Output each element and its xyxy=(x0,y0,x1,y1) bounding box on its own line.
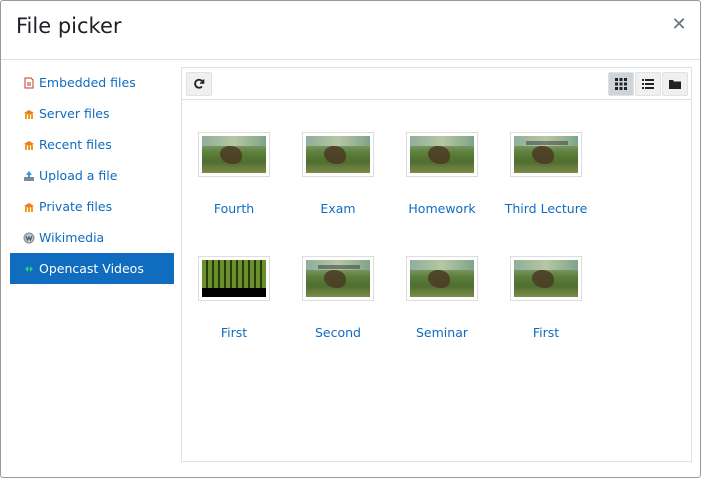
file-name: Fourth xyxy=(213,201,255,216)
file-tile[interactable]: Second xyxy=(286,256,390,346)
file-browser-panel: Fourth Exam Homework Third Lecture First… xyxy=(181,67,692,462)
file-tile[interactable]: Homework xyxy=(390,132,494,222)
file-thumbnail xyxy=(302,132,374,177)
video-thumbnail-image xyxy=(202,260,266,297)
refresh-icon xyxy=(194,78,205,89)
wikimedia-icon xyxy=(23,232,35,243)
file-name: Exam xyxy=(320,201,356,216)
file-thumbnail xyxy=(510,132,582,177)
folder-view-button[interactable] xyxy=(662,72,688,96)
sidebar-item-private-files[interactable]: Private files xyxy=(10,191,174,222)
sidebar-item-server-files[interactable]: Server files xyxy=(10,98,174,129)
file-tile[interactable]: Exam xyxy=(286,132,390,222)
refresh-button[interactable] xyxy=(186,72,212,96)
opencast-icon xyxy=(25,265,33,272)
moodle-icon xyxy=(24,140,34,150)
close-icon[interactable]: ✕ xyxy=(670,13,688,37)
folder-view-icon xyxy=(669,80,681,89)
sidebar-item-label: Upload a file xyxy=(39,168,118,183)
sidebar-item-recent-files[interactable]: Recent files xyxy=(10,129,174,160)
video-thumbnail-image xyxy=(306,136,370,173)
file-thumbnail xyxy=(198,256,270,301)
video-thumbnail-image xyxy=(202,136,266,173)
sidebar-item-label: Server files xyxy=(39,106,110,121)
file-tile[interactable]: Seminar xyxy=(390,256,494,346)
repository-sidebar: Embedded files Server files Recent files… xyxy=(10,67,174,284)
grid-view-button[interactable] xyxy=(608,72,634,96)
file-tile[interactable]: First xyxy=(182,256,286,346)
file-name: Seminar xyxy=(416,325,468,340)
file-name: Homework xyxy=(408,201,476,216)
video-thumbnail-image xyxy=(410,136,474,173)
sidebar-item-label: Recent files xyxy=(39,137,112,152)
video-thumbnail-image xyxy=(410,260,474,297)
sidebar-item-label: Opencast Videos xyxy=(39,261,144,276)
file-name: First xyxy=(220,325,248,340)
sidebar-item-opencast-videos[interactable]: Opencast Videos xyxy=(10,253,174,284)
upload-icon xyxy=(24,170,34,181)
file-thumbnail xyxy=(198,132,270,177)
moodle-icon xyxy=(24,202,34,212)
document-icon xyxy=(24,77,34,88)
file-picker-dialog: File picker ✕ Embedded files Server file… xyxy=(0,0,701,478)
sidebar-item-wikimedia[interactable]: Wikimedia xyxy=(10,222,174,253)
moodle-icon xyxy=(24,109,34,119)
list-view-icon xyxy=(642,79,654,89)
file-name: First xyxy=(532,325,560,340)
video-thumbnail-image xyxy=(514,136,578,173)
file-name: Second xyxy=(314,325,361,340)
file-name: Third Lecture xyxy=(504,201,588,216)
sidebar-item-upload-a-file[interactable]: Upload a file xyxy=(10,160,174,191)
file-thumbnail xyxy=(406,256,478,301)
sidebar-item-label: Embedded files xyxy=(39,75,136,90)
file-thumbnail xyxy=(406,132,478,177)
file-tile[interactable]: Third Lecture xyxy=(494,132,598,222)
grid-view-icon xyxy=(615,78,627,90)
file-browser-toolbar xyxy=(182,68,691,100)
dialog-title: File picker xyxy=(16,14,122,38)
sidebar-item-label: Private files xyxy=(39,199,113,214)
list-view-button[interactable] xyxy=(635,72,661,96)
dialog-header: File picker ✕ xyxy=(1,1,700,60)
file-tile[interactable]: Fourth xyxy=(182,132,286,222)
file-thumbnail xyxy=(302,256,374,301)
sidebar-item-embedded-files[interactable]: Embedded files xyxy=(10,67,174,98)
file-tile[interactable]: First xyxy=(494,256,598,346)
file-thumbnail xyxy=(510,256,582,301)
sidebar-item-label: Wikimedia xyxy=(39,230,105,245)
video-thumbnail-image xyxy=(306,260,370,297)
video-thumbnail-image xyxy=(514,260,578,297)
